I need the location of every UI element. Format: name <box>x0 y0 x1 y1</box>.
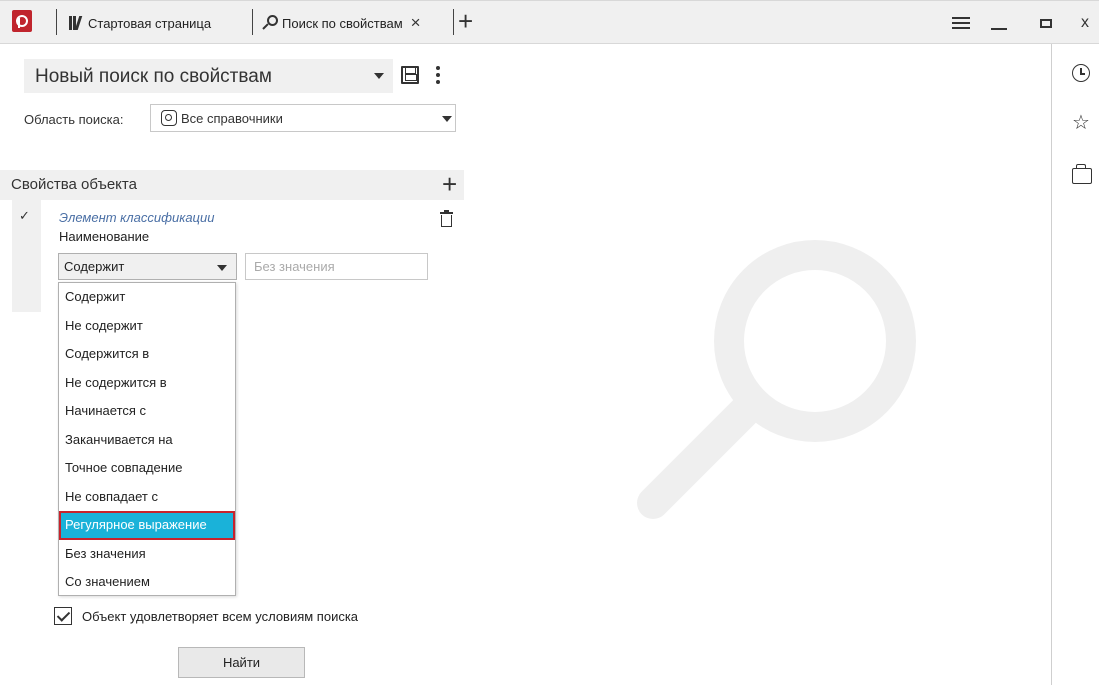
search-area-value: Все справочники <box>181 110 283 126</box>
tab-separator <box>56 9 57 35</box>
tab-start-page[interactable]: Стартовая страница <box>68 9 211 37</box>
dropdown-option[interactable]: Не совпадает с <box>59 483 235 512</box>
search-name-text: Новый поиск по свойствам <box>35 66 272 87</box>
dropdown-option[interactable]: Точное совпадение <box>59 454 235 483</box>
app-logo-icon <box>12 10 32 32</box>
save-icon[interactable] <box>401 66 419 84</box>
minimize-icon[interactable] <box>984 9 1014 37</box>
dropdown-option[interactable]: Не содержится в <box>59 369 235 398</box>
dropdown-option[interactable]: Без значения <box>59 540 235 569</box>
results-area <box>465 44 1051 685</box>
tab-close-icon[interactable]: × <box>411 13 421 33</box>
add-tab-button[interactable]: + <box>458 8 473 34</box>
right-rail: ☆ <box>1051 44 1099 685</box>
match-all-label: Объект удовлетворяет всем условиям поиск… <box>82 609 359 624</box>
menu-hamburger-icon[interactable] <box>946 9 976 37</box>
dropdown-option[interactable]: Содержится в <box>59 340 235 369</box>
chevron-down-icon <box>217 265 227 271</box>
operator-value: Содержит <box>64 259 125 274</box>
tab-property-search[interactable]: Поиск по свойствам × <box>262 9 421 37</box>
folders-icon[interactable] <box>1072 164 1092 184</box>
chevron-down-icon <box>374 73 384 79</box>
dropdown-option-selected[interactable]: Регулярное выражение <box>59 511 235 540</box>
search-name-select[interactable]: Новый поиск по свойствам <box>24 59 393 93</box>
match-all-checkbox[interactable] <box>54 607 72 625</box>
property-name: Наименование <box>59 229 150 244</box>
tab-label: Стартовая страница <box>88 15 212 31</box>
reference-book-icon <box>161 110 177 126</box>
operator-dropdown-list: Содержит Не содержит Содержится в Не сод… <box>58 282 236 596</box>
add-property-button[interactable]: + <box>442 170 457 198</box>
dropdown-option[interactable]: Содержит <box>59 283 235 312</box>
favorites-star-icon[interactable]: ☆ <box>1072 113 1090 133</box>
dropdown-option[interactable]: Не содержит <box>59 312 235 341</box>
dropdown-option[interactable]: Начинается с <box>59 397 235 426</box>
more-vertical-icon[interactable] <box>436 66 440 86</box>
tab-separator <box>252 9 253 35</box>
search-area-select[interactable]: Все справочники <box>150 104 456 132</box>
chevron-down-icon <box>442 116 452 122</box>
search-placeholder-icon <box>637 240 916 519</box>
search-panel: Новый поиск по свойствам Область поиска:… <box>0 44 464 685</box>
value-input[interactable]: Без значения <box>245 253 428 280</box>
classification-link[interactable]: Элемент классификации <box>59 210 214 225</box>
tab-separator <box>453 9 454 35</box>
search-area-label: Область поиска: <box>24 112 124 127</box>
properties-header-title: Свойства объекта <box>11 176 137 193</box>
delete-condition-icon[interactable] <box>440 210 453 228</box>
condition-check-icon[interactable]: ✓ <box>19 208 30 224</box>
close-window-icon[interactable]: x <box>1070 9 1099 37</box>
history-clock-icon[interactable] <box>1072 64 1090 82</box>
properties-header: Свойства объекта + <box>0 170 464 200</box>
title-bar: Стартовая страница Поиск по свойствам × … <box>0 0 1099 44</box>
operator-select[interactable]: Содержит <box>58 253 237 280</box>
dropdown-option[interactable]: Заканчивается на <box>59 426 235 455</box>
dropdown-option[interactable]: Со значением <box>59 568 235 597</box>
maximize-icon[interactable] <box>1031 9 1061 37</box>
tab-label: Поиск по свойствам <box>282 15 403 31</box>
find-button[interactable]: Найти <box>178 647 305 678</box>
search-icon <box>262 15 278 31</box>
library-icon <box>68 15 84 31</box>
